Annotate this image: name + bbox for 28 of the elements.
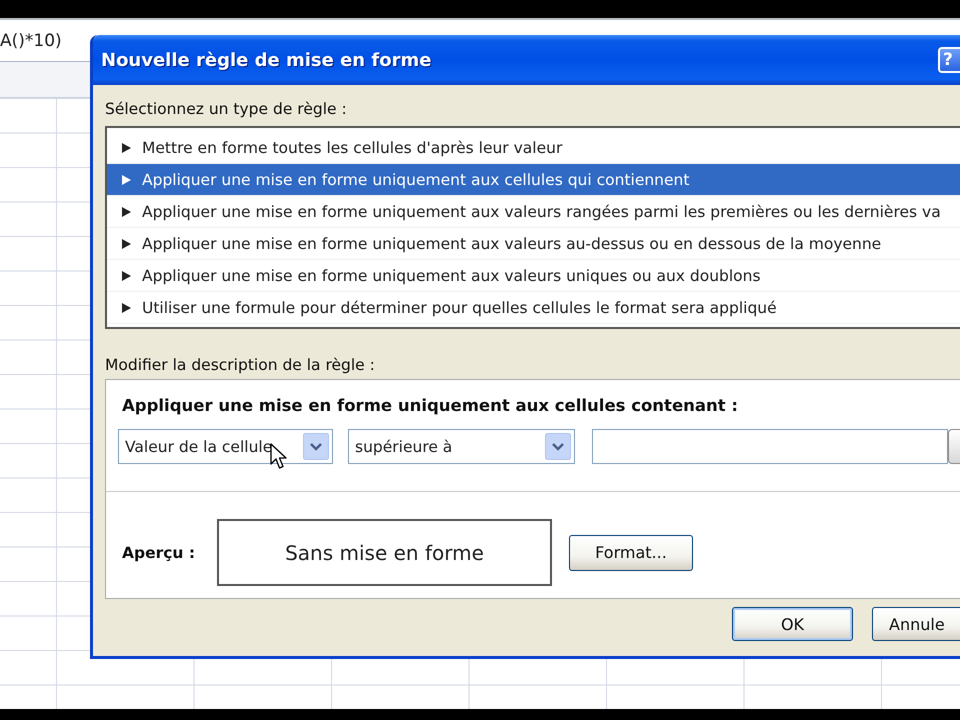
operator-dropdown[interactable]: supérieure à (348, 429, 575, 464)
format-button[interactable]: Format... (569, 534, 693, 570)
triangle-bullet-icon (122, 270, 131, 280)
chevron-down-icon (303, 433, 329, 460)
formula-text: A()*10) (0, 30, 62, 50)
chevron-down-icon (545, 433, 571, 460)
condition-dropdown[interactable]: Valeur de la cellule (118, 429, 333, 464)
rule-type-item[interactable]: Appliquer une mise en forme uniquement aux cellules qui contiennent (107, 164, 960, 196)
rule-type-item[interactable]: Appliquer une mise en forme uniquement aux valeurs uniques ou aux doublons (107, 260, 960, 292)
format-preview: Sans mise en forme (217, 519, 552, 586)
value-field[interactable] (592, 429, 948, 464)
cancel-button[interactable]: Annule (872, 607, 960, 641)
preview-label: Aperçu : (122, 544, 196, 562)
description-label: Modifier la description de la règle : (105, 355, 376, 375)
rule-type-label: Sélectionnez un type de règle : (105, 99, 348, 119)
rule-type-item[interactable]: Appliquer une mise en forme uniquement aux valeurs au-dessus ou en dessous de la moyenne (107, 228, 960, 260)
triangle-bullet-icon (122, 302, 131, 312)
ok-button[interactable]: OK (732, 607, 853, 641)
description-heading: Appliquer une mise en forme uniquement aux cellules contenant : (122, 396, 739, 416)
dialog-title: Nouvelle règle de mise en forme (101, 50, 432, 70)
rule-type-item[interactable]: Utiliser une formule pour déterminer pour quelles cellules le format sera appliqué (107, 292, 960, 324)
triangle-bullet-icon (122, 238, 131, 248)
rule-type-item[interactable]: Appliquer une mise en forme uniquement aux valeurs rangées parmi les premières ou les dernières va (107, 196, 960, 228)
range-picker-button[interactable] (948, 429, 960, 464)
triangle-bullet-icon (122, 142, 131, 152)
triangle-bullet-icon (122, 174, 131, 184)
mouse-pointer-icon (270, 443, 287, 470)
triangle-bullet-icon (122, 206, 131, 216)
